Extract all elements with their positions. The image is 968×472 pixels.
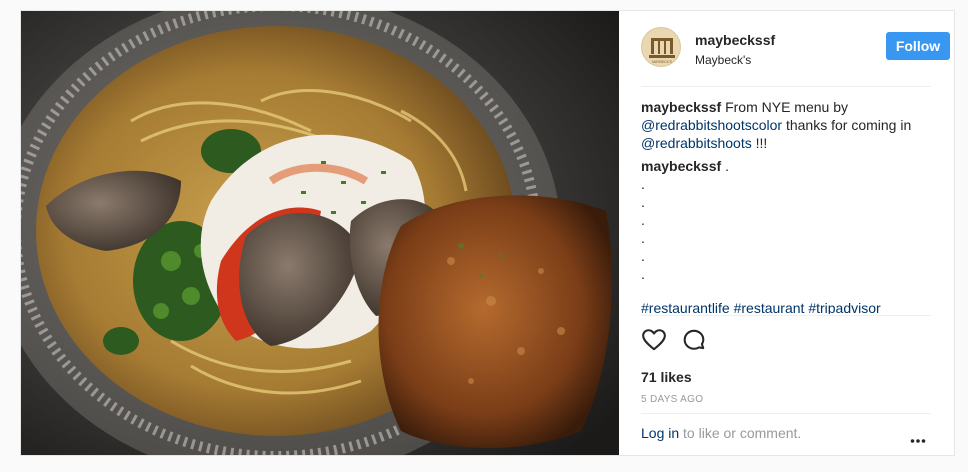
caption-text: maybeckssf From NYE menu by @redrabbitsh… [641,98,941,152]
post-header: MAYBECK'S maybeckssf Maybeck's Follow [641,27,950,83]
caption-username[interactable]: maybeckssf [641,99,721,115]
comment-body: . [725,158,729,174]
hashtags: #restaurantlife #restaurant #tripadvisor [641,299,941,314]
comment-dot-line: . [641,212,645,228]
login-prompt-text: to like or comment. [683,425,802,441]
comment-dot-line: . [641,248,645,264]
avatar[interactable]: MAYBECK'S [641,27,681,67]
follow-button[interactable]: Follow [886,32,950,60]
comment-dot-line: . [641,266,645,282]
maybecks-logo: MAYBECK'S [649,38,675,64]
three-dots-icon[interactable] [910,431,926,443]
comment-dots: . . . . . . [641,175,941,283]
caption-body-2: thanks for coming in [785,117,912,133]
avatar-logo-text: MAYBECK'S [652,60,673,64]
heart-outline-icon[interactable] [641,327,667,353]
comment-text: maybeckssf . [641,157,941,175]
comment-dot-line: . [641,230,645,246]
likes-count[interactable]: 71 likes [641,369,692,385]
comment-username[interactable]: maybeckssf [641,158,721,174]
post-timestamp[interactable]: 5 DAYS AGO [641,394,703,405]
post-sidebar: MAYBECK'S maybeckssf Maybeck's Follow ma… [619,11,954,455]
post-location[interactable]: Maybeck's [695,53,751,67]
mention-link-2[interactable]: @redrabbitshoots [641,135,752,151]
hashtag-links[interactable]: #restaurantlife #restaurant #tripadvisor [641,300,881,314]
caption-area: maybeckssf From NYE menu by @redrabbitsh… [641,98,941,314]
mention-link-1[interactable]: @redrabbitshootscolor [641,117,782,133]
post-photo[interactable] [21,11,619,455]
instagram-post: MAYBECK'S maybeckssf Maybeck's Follow ma… [20,10,955,456]
comment-dot-line: . [641,194,645,210]
login-prompt: Log in to like or comment. [641,425,801,441]
footer-divider [641,413,931,414]
post-username[interactable]: maybeckssf [695,32,775,48]
header-divider [641,86,931,87]
login-link[interactable]: Log in [641,425,679,441]
caption-divider [641,315,931,316]
speech-bubble-icon[interactable] [681,327,707,353]
caption-body-3: !!! [755,135,768,151]
food-photo-illustration [21,11,619,455]
comment-dot-line: . [641,176,645,192]
caption-body-1: From NYE menu by [725,99,848,115]
